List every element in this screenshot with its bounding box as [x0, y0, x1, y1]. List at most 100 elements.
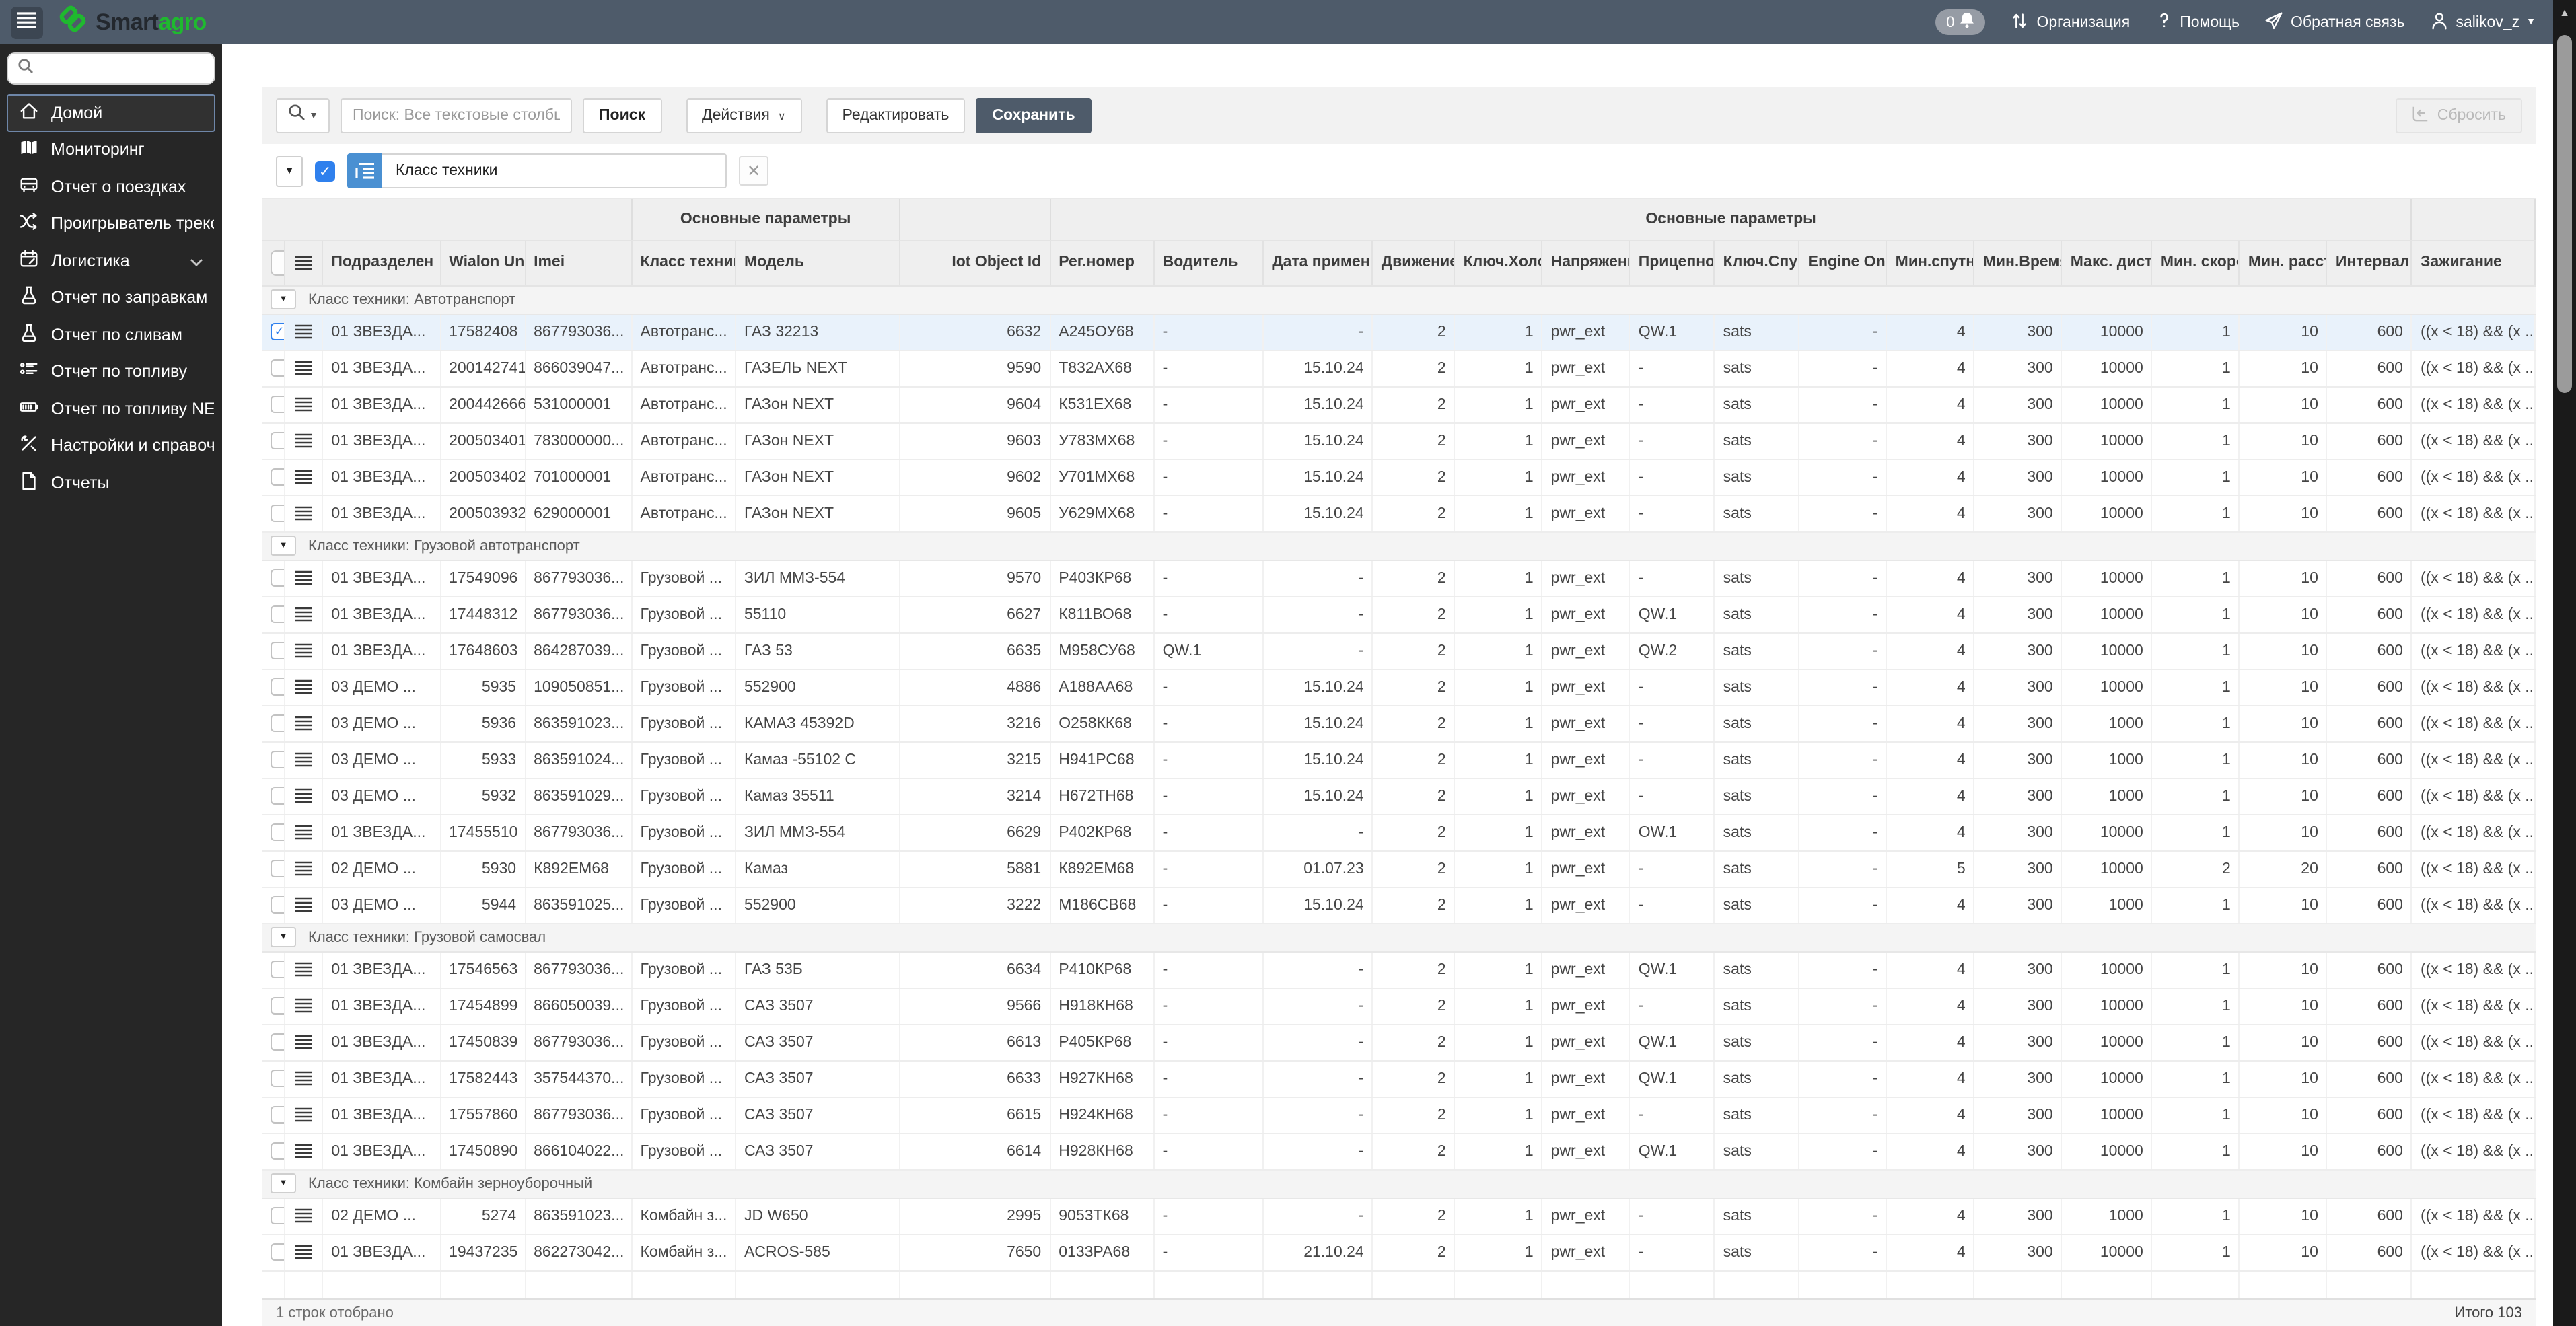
- row-checkbox[interactable]: ✓: [271, 714, 283, 732]
- table-row[interactable]: ✓ 01 ЗВЕЗДА...200442666531000001Автотранс…: [262, 386, 2536, 423]
- table-row[interactable]: ✓ 01 ЗВЕЗДА...17455510867793036...Грузово…: [262, 814, 2536, 851]
- row-checkbox[interactable]: ✓: [271, 1142, 283, 1160]
- sidebar-item-9[interactable]: Настройки и справоч: [7, 427, 215, 464]
- table-row[interactable]: ✓ 02 ДЕМО ...5274863591023...Комбайн з...…: [262, 1198, 2536, 1235]
- row-menu-cell[interactable]: [284, 459, 324, 496]
- row-checkbox[interactable]: ✓: [271, 997, 283, 1015]
- sidebar-item-7[interactable]: Отчет по топливу: [7, 353, 215, 390]
- column-header[interactable]: Модель: [735, 240, 900, 286]
- row-checkbox[interactable]: ✓: [271, 569, 283, 587]
- column-header[interactable]: Iot Object Id: [899, 240, 1051, 286]
- sidebar-search-input[interactable]: [40, 61, 205, 77]
- row-checkbox[interactable]: ✓: [271, 642, 283, 659]
- row-menu-cell[interactable]: [284, 560, 324, 597]
- table-row[interactable]: ✓ 03 ДЕМО ...5933863591024...Грузовой ...…: [262, 741, 2536, 778]
- table-row[interactable]: ✓ 01 ЗВЕЗДА...17582443357544370...Грузово…: [262, 1060, 2536, 1097]
- row-checkbox[interactable]: ✓: [271, 359, 283, 377]
- row-checkbox[interactable]: ✓: [271, 396, 283, 413]
- top-nav-item-1[interactable]: Помощь: [2154, 11, 2240, 34]
- column-header[interactable]: Дата примен: [1263, 240, 1373, 286]
- column-header[interactable]: Подразделен: [322, 240, 441, 286]
- collapse-group-button[interactable]: ▼: [271, 536, 296, 556]
- row-menu-cell[interactable]: [284, 669, 324, 706]
- sidebar-item-10[interactable]: Отчеты: [7, 464, 215, 501]
- control-break-icon[interactable]: [347, 153, 382, 188]
- top-nav-item-3[interactable]: salikov_z ▼: [2429, 10, 2536, 34]
- row-menu-cell[interactable]: [284, 386, 324, 423]
- sidebar-item-0[interactable]: Домой: [7, 94, 215, 131]
- vertical-scrollbar[interactable]: ▲: [2553, 0, 2576, 1326]
- table-row[interactable]: ✓ 01 ЗВЕЗДА... 17582408 867793036... Автотра…: [262, 314, 2536, 351]
- column-header[interactable]: Движение: [1372, 240, 1456, 286]
- row-menu-cell[interactable]: [284, 1097, 324, 1134]
- column-header[interactable]: Ключ.Спутни: [1714, 240, 1800, 286]
- notifications-button[interactable]: 0: [1935, 9, 1986, 35]
- table-row[interactable]: ✓ 01 ЗВЕЗДА...200142741866039047...Автотр…: [262, 350, 2536, 387]
- table-row[interactable]: ✓ 01 ЗВЕЗДА...19437235862273042...Комбайн…: [262, 1234, 2536, 1271]
- column-header[interactable]: Ключ.Холост: [1454, 240, 1543, 286]
- column-header[interactable]: Мин. скорост: [2151, 240, 2240, 286]
- row-menu-cell[interactable]: [284, 596, 324, 633]
- column-header[interactable]: Engine On Mi: [1799, 240, 1888, 286]
- collapse-group-button[interactable]: ▼: [271, 1173, 296, 1193]
- table-row[interactable]: ✓ 03 ДЕМО ...5936863591023...Грузовой ...…: [262, 705, 2536, 742]
- app-menu-button[interactable]: [11, 6, 43, 38]
- filter-value[interactable]: Класс техники: [382, 153, 727, 188]
- scrollbar-thumb[interactable]: [2557, 35, 2572, 393]
- row-menu-cell[interactable]: [284, 850, 324, 887]
- row-menu-cell[interactable]: [284, 1234, 324, 1271]
- sidebar-item-2[interactable]: Отчет о поездках: [7, 168, 215, 205]
- sidebar-item-5[interactable]: Отчет по заправкам: [7, 279, 215, 316]
- remove-filter-button[interactable]: ✕: [739, 156, 768, 186]
- table-row[interactable]: ✓02 ДЕМО ...5930К892ЕМ68Грузовой ...Кама…: [262, 850, 2536, 887]
- column-header[interactable]: Напряжение.: [1542, 240, 1631, 286]
- row-checkbox[interactable]: ✓: [271, 1033, 283, 1051]
- table-row[interactable]: ✓ 03 ДЕМО ...5935109050851...Грузовой ...…: [262, 669, 2536, 706]
- table-row[interactable]: ✓ 01 ЗВЕЗДА...17448312867793036...Грузово…: [262, 596, 2536, 633]
- row-menu-cell[interactable]: [284, 814, 324, 851]
- row-checkbox[interactable]: ✓: [271, 823, 283, 841]
- edit-button[interactable]: Редактировать: [826, 98, 966, 133]
- collapse-group-button[interactable]: ▼: [271, 289, 296, 309]
- sidebar-item-3[interactable]: Проигрыватель треков: [7, 205, 215, 242]
- table-row[interactable]: ✓ 01 ЗВЕЗДА...17648603864287039...Грузово…: [262, 632, 2536, 669]
- row-menu-cell[interactable]: [284, 741, 324, 778]
- table-row[interactable]: ✓ 01 ЗВЕЗДА...200503401783000000...Автотр…: [262, 422, 2536, 459]
- row-checkbox[interactable]: ✓: [271, 787, 283, 805]
- report-search-input[interactable]: [341, 98, 572, 133]
- row-menu-cell[interactable]: [284, 350, 324, 387]
- row-menu-cell[interactable]: [284, 988, 324, 1025]
- row-menu-cell[interactable]: [284, 887, 324, 924]
- row-checkbox[interactable]: ✓: [271, 605, 283, 623]
- column-header[interactable]: Imei: [525, 240, 633, 286]
- header-checkbox[interactable]: [271, 250, 283, 275]
- row-menu-cell[interactable]: [284, 422, 324, 459]
- table-row[interactable]: ✓ 01 ЗВЕЗДА...17557860867793036...Грузово…: [262, 1097, 2536, 1134]
- select-all-header[interactable]: [262, 240, 285, 286]
- table-row[interactable]: ✓ 01 ЗВЕЗДА...17450890866104022...Грузово…: [262, 1133, 2536, 1170]
- filter-enabled-checkbox[interactable]: ✓: [315, 161, 335, 181]
- row-checkbox[interactable]: ✓: [271, 1070, 283, 1087]
- search-button[interactable]: Поиск: [583, 98, 662, 133]
- row-checkbox[interactable]: ✓: [271, 860, 283, 877]
- table-row[interactable]: ✓ 03 ДЕМО ...5932863591029...Грузовой ...…: [262, 778, 2536, 815]
- column-header[interactable]: Зажигание: [2411, 240, 2536, 286]
- search-scope-button[interactable]: ▼: [276, 98, 330, 133]
- row-menu-cell[interactable]: [284, 314, 324, 351]
- column-header[interactable]: Мин.спутник: [1886, 240, 1975, 286]
- column-header[interactable]: Мин.Время с: [1974, 240, 2063, 286]
- table-row[interactable]: ✓ 01 ЗВЕЗДА...200503932629000001Автотранс…: [262, 495, 2536, 532]
- sidebar-item-6[interactable]: Отчет по сливам: [7, 316, 215, 353]
- table-row[interactable]: ✓ 01 ЗВЕЗДА...17454899866050039...Грузово…: [262, 988, 2536, 1025]
- column-header[interactable]: Макс. дистан: [2061, 240, 2153, 286]
- row-checkbox[interactable]: ✓: [271, 751, 283, 768]
- top-nav-item-2[interactable]: Обратная связь: [2264, 10, 2405, 34]
- row-menu-cell[interactable]: [284, 1024, 324, 1061]
- filter-expand-button[interactable]: ▼: [276, 155, 303, 186]
- column-header[interactable]: Wialon Unit Id: [440, 240, 526, 286]
- column-header[interactable]: Класс техник: [631, 240, 736, 286]
- row-checkbox[interactable]: ✓: [271, 896, 283, 914]
- row-checkbox[interactable]: ✓: [271, 1207, 283, 1224]
- row-menu-cell[interactable]: [284, 951, 324, 988]
- row-menu-cell[interactable]: [284, 1060, 324, 1097]
